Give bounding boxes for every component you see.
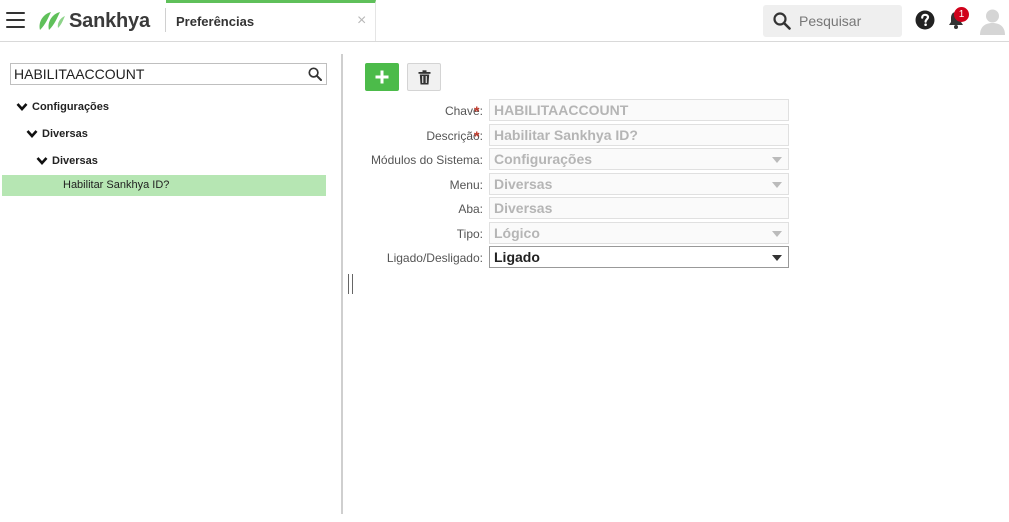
- tipo-select[interactable]: Lógico: [489, 222, 789, 244]
- tree-node-configuracoes[interactable]: Configurações: [16, 98, 109, 116]
- field-value: Ligado: [494, 249, 540, 265]
- chevron-down-icon[interactable]: [36, 156, 48, 166]
- search-icon: [773, 12, 791, 30]
- field-value: Lógico: [494, 225, 540, 241]
- aba-field[interactable]: Diversas: [489, 197, 789, 219]
- brand-name: Sankhya: [69, 9, 150, 32]
- chevron-down-icon[interactable]: [26, 129, 38, 139]
- modulos-select[interactable]: Configurações: [489, 148, 789, 170]
- brand-logo[interactable]: Sankhya: [36, 9, 150, 33]
- tree-node-label: Diversas: [52, 155, 98, 167]
- chevron-down-icon[interactable]: [772, 255, 782, 261]
- required-mark: *: [474, 103, 480, 119]
- menu-select[interactable]: Diversas: [489, 173, 789, 195]
- sankhya-leaf-icon: [39, 12, 65, 30]
- hamburger-icon[interactable]: [6, 12, 25, 28]
- notification-badge: 1: [954, 7, 969, 22]
- close-icon[interactable]: ×: [357, 12, 366, 30]
- ligado-select[interactable]: Ligado: [489, 246, 789, 268]
- field-value: Habilitar Sankhya ID?: [494, 127, 638, 143]
- field-value: Configurações: [494, 151, 593, 167]
- plus-icon: [375, 70, 389, 84]
- chevron-down-icon[interactable]: [772, 157, 782, 163]
- tab-label: Preferências: [176, 14, 255, 29]
- delete-button[interactable]: [407, 63, 441, 91]
- field-label-tipo: Tipo:: [456, 227, 483, 241]
- trash-icon: [418, 69, 430, 84]
- field-label-menu: Menu:: [449, 178, 483, 192]
- descricao-field[interactable]: Habilitar Sankhya ID?: [489, 124, 789, 146]
- field-value: HABILITAACCOUNT: [494, 102, 629, 118]
- required-mark: *: [474, 128, 480, 144]
- field-label-aba: Aba:: [458, 202, 483, 216]
- add-button[interactable]: [365, 63, 399, 91]
- top-bar: Sankhya Preferências × Pesquisar 1: [0, 0, 1009, 42]
- tree-node-diversas[interactable]: Diversas: [26, 125, 88, 143]
- panel-splitter[interactable]: [341, 54, 343, 514]
- search-icon[interactable]: [308, 67, 322, 81]
- tree-leaf-selected[interactable]: Habilitar Sankhya ID?: [2, 175, 326, 196]
- tree-search-input[interactable]: [14, 65, 304, 83]
- field-value: Diversas: [494, 176, 553, 192]
- chevron-down-icon[interactable]: [16, 102, 28, 112]
- field-value: Diversas: [494, 200, 553, 216]
- chevron-down-icon[interactable]: [772, 182, 782, 188]
- tree-node-label: Configurações: [32, 101, 110, 113]
- tree-leaf-label: Habilitar Sankhya ID?: [63, 179, 170, 191]
- field-label-ligado: Ligado/Desligado:: [386, 251, 483, 265]
- help-icon[interactable]: [915, 10, 935, 30]
- global-search[interactable]: Pesquisar: [763, 5, 902, 37]
- chevron-down-icon[interactable]: [772, 231, 782, 237]
- search-placeholder: Pesquisar: [799, 13, 862, 29]
- field-label-modulos: Módulos do Sistema:: [370, 153, 483, 167]
- tree-node-diversas-sub[interactable]: Diversas: [36, 152, 98, 170]
- tree-node-label: Diversas: [42, 128, 88, 140]
- avatar-icon[interactable]: [979, 7, 1006, 35]
- resize-handle[interactable]: [348, 274, 353, 294]
- tree-search[interactable]: [10, 63, 327, 85]
- chave-field[interactable]: HABILITAACCOUNT: [489, 99, 789, 121]
- tab-preferencias[interactable]: Preferências ×: [166, 0, 376, 41]
